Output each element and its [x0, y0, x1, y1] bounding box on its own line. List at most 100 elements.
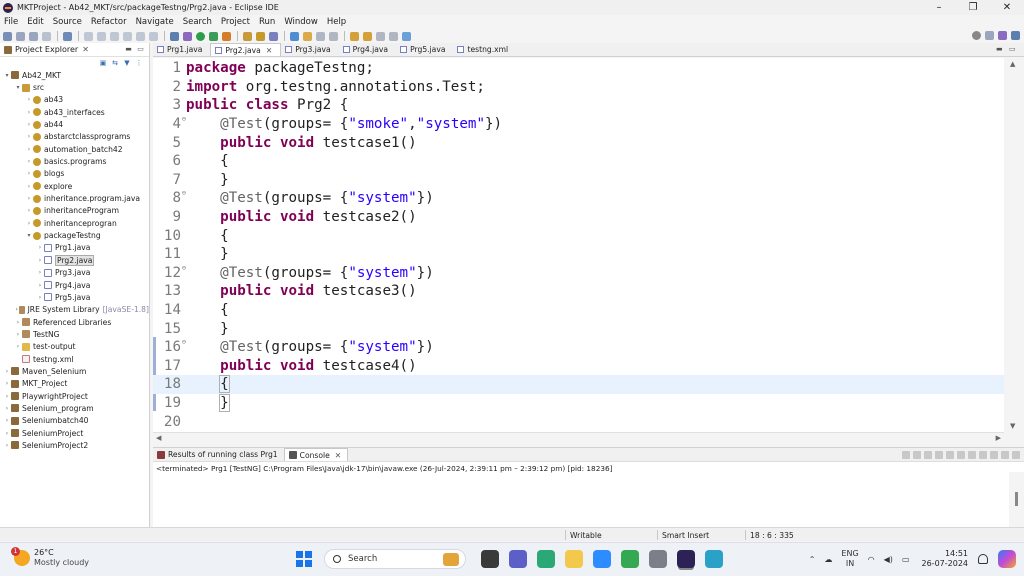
editor-tab[interactable]: Prg2.java ✕	[210, 43, 282, 56]
collapsed-arrow-icon[interactable]: ›	[3, 442, 11, 449]
search-toolbar-icon[interactable]	[303, 31, 312, 41]
code-line[interactable]: 17 public void testcase4()	[153, 357, 1004, 376]
open-type-icon[interactable]	[290, 31, 299, 41]
view-menu-icon[interactable]: ⋮	[135, 59, 143, 67]
tree-item[interactable]: › TestNG	[0, 328, 149, 340]
volume-icon[interactable]: ◀)	[884, 555, 893, 564]
collapsed-arrow-icon[interactable]: ›	[36, 244, 44, 251]
tree-item[interactable]: › basics.programs	[0, 155, 149, 167]
pin-editor-icon[interactable]	[402, 31, 411, 41]
menu-project[interactable]: Project	[221, 17, 250, 27]
code-line[interactable]: 9 public void testcase2()	[153, 208, 1004, 227]
tree-item[interactable]: › Selenium_program	[0, 402, 149, 414]
code-line[interactable]: 7 }	[153, 171, 1004, 190]
expanded-arrow-icon[interactable]: ▾	[3, 72, 11, 79]
editor-horizontal-scrollbar[interactable]: ◀ ▶	[153, 432, 1004, 443]
forward-icon[interactable]	[389, 31, 398, 41]
tree-item[interactable]: testng.xml	[0, 353, 149, 365]
code-line[interactable]: 20	[153, 412, 1004, 431]
editor-tab[interactable]: Prg3.java	[281, 43, 338, 56]
tree-item[interactable]: › SeleniumProject2	[0, 439, 149, 451]
collapsed-arrow-icon[interactable]: ›	[36, 294, 44, 301]
tree-item[interactable]: › automation_batch42	[0, 143, 149, 155]
toolbar-search-icon[interactable]	[972, 31, 981, 40]
tree-item[interactable]: › inheritanceProgram	[0, 205, 149, 217]
code-line[interactable]: 5 public void testcase1()	[153, 133, 1004, 152]
tree-item[interactable]: › ab44	[0, 118, 149, 130]
tree-item[interactable]: › Referenced Libraries	[0, 316, 149, 328]
close-icon[interactable]: ✕	[335, 451, 341, 460]
weather-widget[interactable]: 1 26°C Mostly cloudy	[11, 547, 89, 568]
phone-app-icon[interactable]	[649, 550, 667, 568]
step-over-icon[interactable]	[149, 31, 158, 41]
maximize-button[interactable]: ❐	[956, 0, 990, 15]
code-line[interactable]: 3 public class Prg2 {	[153, 96, 1004, 115]
tree-item[interactable]: › Prg4.java	[0, 279, 149, 291]
tree-item[interactable]: ▾ Ab42_MKT	[0, 69, 149, 81]
tree-item[interactable]: › Prg3.java	[0, 267, 149, 279]
maximize-view-icon[interactable]: ▭	[136, 45, 145, 53]
menu-refactor[interactable]: Refactor	[91, 17, 127, 27]
tree-item[interactable]: › PlaywrightProject	[0, 390, 149, 402]
suspend-icon[interactable]	[97, 31, 106, 41]
minimize-editor-icon[interactable]: ▬	[996, 45, 1005, 53]
code-line[interactable]: 12 ⊖ @Test(groups= {"system"})	[153, 264, 1004, 283]
scroll-up-icon[interactable]: ▲	[1010, 60, 1015, 68]
expanded-arrow-icon[interactable]: ▾	[14, 84, 22, 91]
collapse-all-icon[interactable]: ▣	[99, 59, 107, 67]
file-explorer-app-icon[interactable]	[481, 550, 499, 568]
collapsed-arrow-icon[interactable]: ›	[25, 195, 33, 202]
tree-item[interactable]: › test-output	[0, 341, 149, 353]
tree-item[interactable]: › SeleniumProject	[0, 427, 149, 439]
java-perspective-icon[interactable]	[1011, 31, 1020, 40]
debug-icon[interactable]	[183, 31, 192, 41]
cloud-icon[interactable]: ☁	[824, 555, 832, 564]
editor-vertical-scrollbar[interactable]: ▲ ▼	[1004, 58, 1024, 432]
minimize-button[interactable]: –	[922, 0, 956, 15]
editor-tab[interactable]: Prg1.java	[153, 43, 210, 56]
collapsed-arrow-icon[interactable]: ›	[25, 121, 33, 128]
collapsed-arrow-icon[interactable]: ›	[36, 269, 44, 276]
code-line[interactable]: 16 ⊖ @Test(groups= {"system"})	[153, 338, 1004, 357]
previous-annotation-icon[interactable]	[363, 31, 372, 41]
collapsed-arrow-icon[interactable]: ›	[25, 220, 33, 227]
tree-item[interactable]: › Prg5.java	[0, 291, 149, 303]
collapsed-arrow-icon[interactable]: ›	[14, 343, 22, 350]
tree-item[interactable]: › MKT_Project	[0, 378, 149, 390]
copilot-icon[interactable]	[998, 550, 1016, 568]
tree-item[interactable]: › abstarctclassprograms	[0, 131, 149, 143]
maximize-view-icon[interactable]	[1012, 451, 1020, 459]
tree-item[interactable]: › JRE System Library [JavaSE-1.8]	[0, 304, 149, 316]
language-indicator[interactable]: ENG IN	[841, 549, 858, 569]
tree-item[interactable]: › ab43	[0, 94, 149, 106]
tree-item[interactable]: › Prg1.java	[0, 242, 149, 254]
step-into-icon[interactable]	[136, 31, 145, 41]
chrome-app-icon[interactable]	[621, 550, 639, 568]
collapsed-arrow-icon[interactable]: ›	[25, 146, 33, 153]
collapsed-arrow-icon[interactable]: ›	[3, 393, 11, 400]
tab-testng-results[interactable]: Results of running class Prg1	[153, 448, 284, 461]
new-package-icon[interactable]	[256, 31, 265, 41]
collapsed-arrow-icon[interactable]: ›	[25, 183, 33, 190]
menu-search[interactable]: Search	[183, 17, 212, 27]
menu-file[interactable]: File	[4, 17, 18, 27]
fold-icon[interactable]: ⊖	[182, 189, 186, 197]
console-output[interactable]: <terminated> Prg1 [TestNG] C:\Program Fi…	[153, 461, 1024, 528]
collapsed-arrow-icon[interactable]: ›	[25, 109, 33, 116]
fold-icon[interactable]: ⊖	[182, 115, 186, 123]
scroll-left-icon[interactable]: ◀	[156, 434, 161, 442]
close-icon[interactable]: ✕	[82, 45, 89, 54]
scroll-right-icon[interactable]: ▶	[996, 434, 1001, 442]
tree-item[interactable]: › Prg2.java	[0, 254, 149, 266]
minimize-view-icon[interactable]: ▬	[124, 45, 133, 53]
collapsed-arrow-icon[interactable]: ›	[36, 282, 44, 289]
link-editor-icon[interactable]: ⇆	[111, 59, 119, 67]
minimize-view-icon[interactable]	[1001, 451, 1009, 459]
display-console-icon[interactable]	[968, 451, 976, 459]
editor-tab[interactable]: Prg4.java	[339, 43, 396, 56]
new-icon[interactable]	[3, 31, 12, 41]
scroll-lock-icon[interactable]	[935, 451, 943, 459]
run-icon[interactable]	[196, 31, 205, 41]
show-whitespace-icon[interactable]	[329, 31, 338, 41]
tree-item[interactable]: ▾ src	[0, 81, 149, 93]
